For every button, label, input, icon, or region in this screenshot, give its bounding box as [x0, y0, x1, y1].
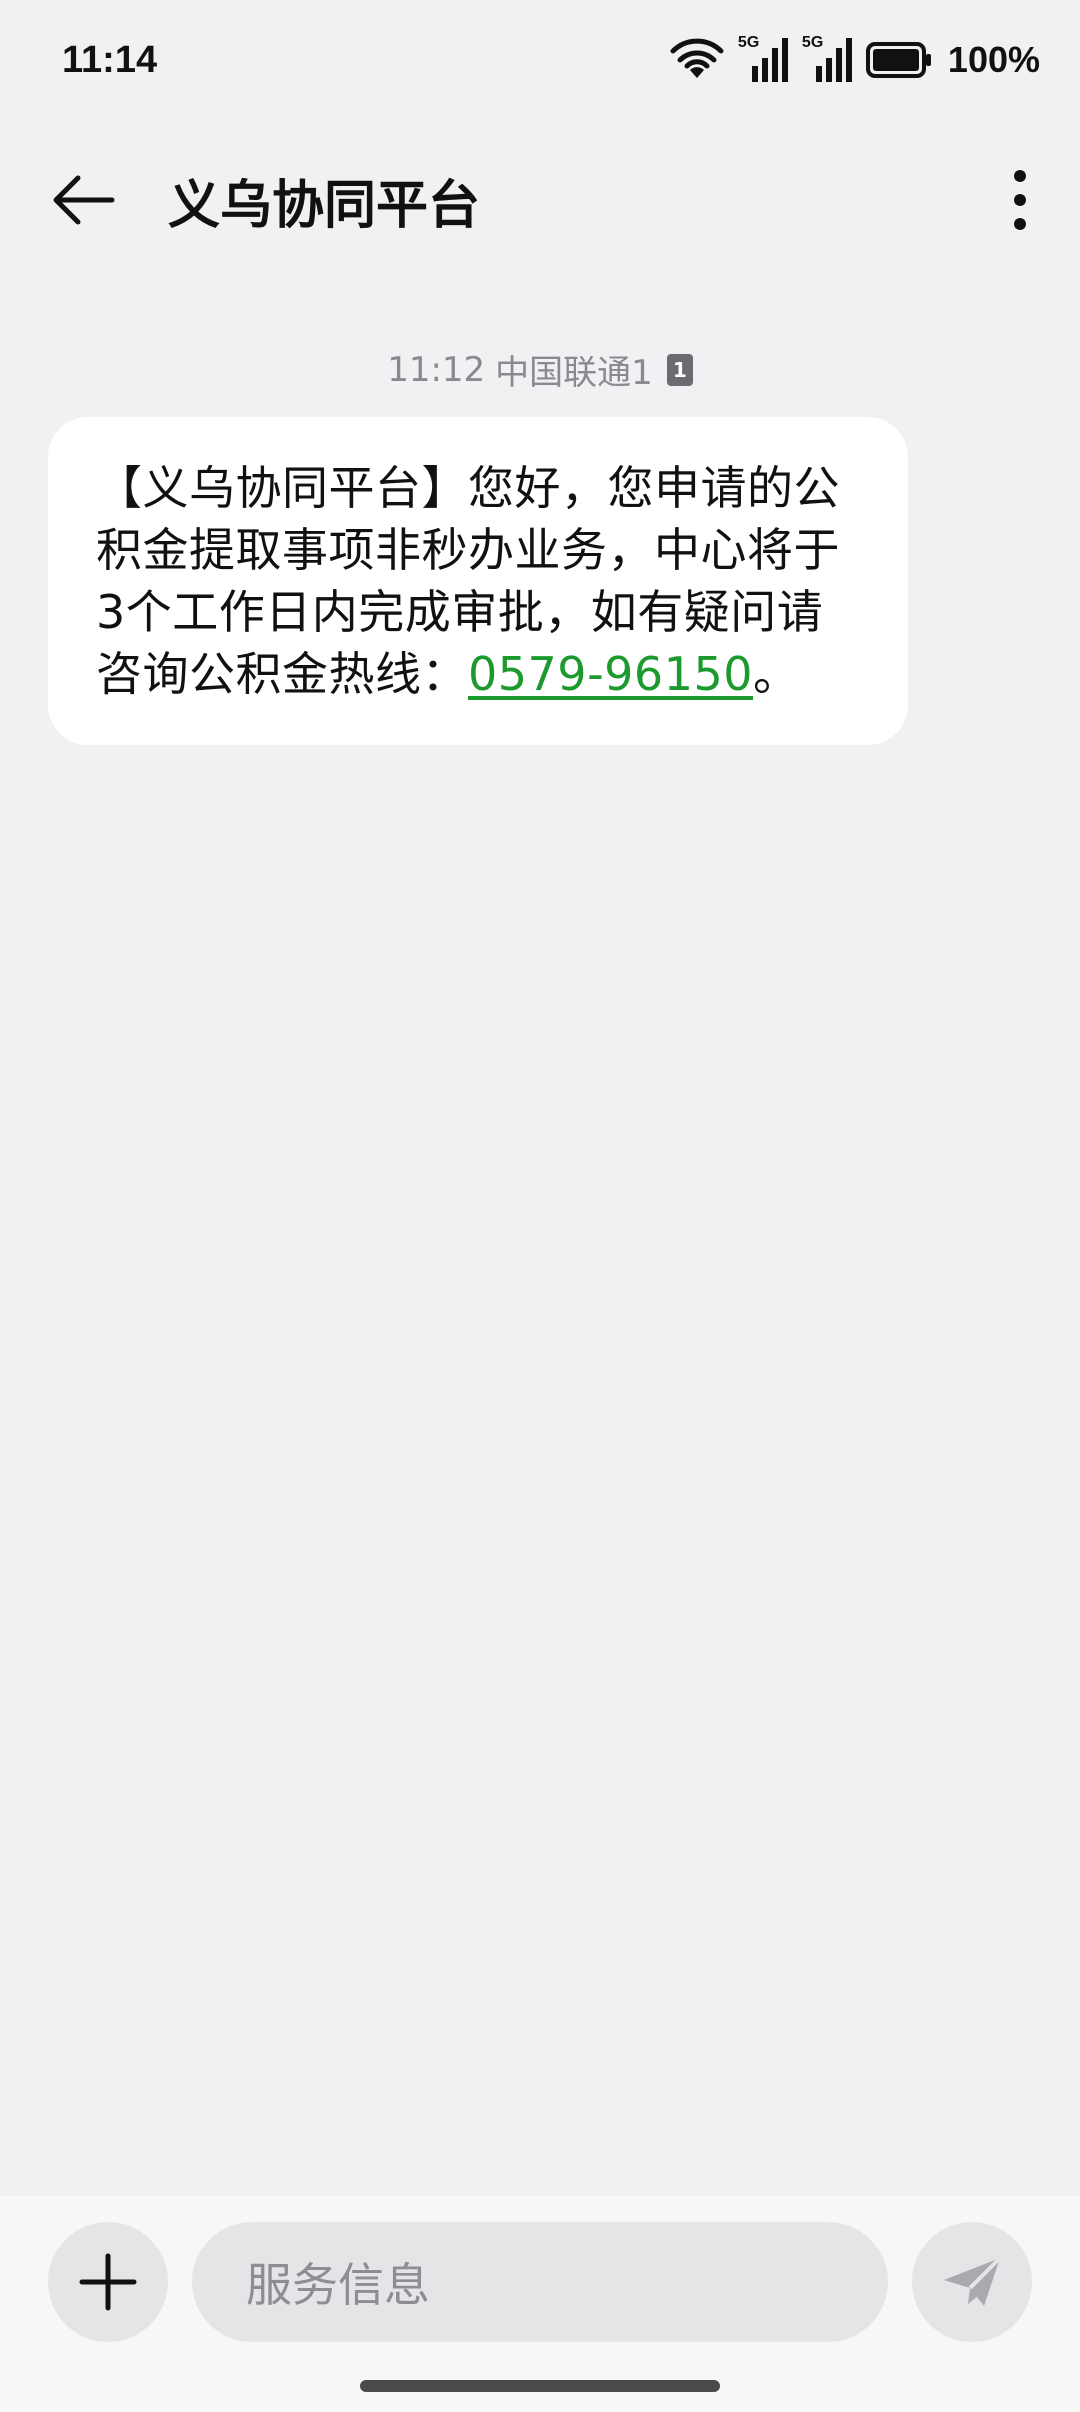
message-time: 11:12: [387, 349, 486, 390]
sim-card-icon: 1: [666, 353, 693, 386]
status-icons: 5G 5G 100%: [670, 34, 1040, 84]
more-options-button[interactable]: [990, 160, 1050, 240]
message-input-placeholder: 服务信息: [246, 2258, 430, 2312]
cellular-signal-1: 5G: [738, 34, 788, 84]
back-button[interactable]: [48, 165, 118, 235]
sms-conversation-screen: 11:14 5G 5G 100% 义乌协同平台 11:12 中国联通1 1 【义…: [0, 0, 1080, 2412]
contact-title: 义乌协同平台: [168, 175, 481, 236]
status-time: 11:14: [62, 38, 158, 81]
add-attachment-button[interactable]: [48, 2222, 168, 2342]
wifi-icon: [670, 38, 724, 78]
cellular-signal-2: 5G: [802, 34, 852, 84]
conversation-header: 义乌协同平台: [0, 120, 1080, 280]
send-icon: [944, 2256, 1002, 2306]
send-button[interactable]: [912, 2222, 1032, 2342]
message-meta: 11:12 中国联通1 1: [0, 345, 1080, 394]
more-vertical-icon: [1014, 170, 1026, 230]
home-indicator[interactable]: [360, 2380, 720, 2392]
message-trailing: 。: [753, 647, 800, 701]
message-bubble[interactable]: 【义乌协同平台】您好，您申请的公积金提取事项非秒办业务，中心将于3个工作日内完成…: [48, 417, 908, 745]
phone-number-link[interactable]: 0579-96150: [468, 647, 753, 701]
message-input[interactable]: 服务信息: [192, 2222, 888, 2342]
status-bar: 11:14 5G 5G 100%: [0, 0, 1080, 120]
signal-bars-icon: [751, 38, 788, 82]
signal-bars-icon: [815, 38, 852, 82]
message-carrier: 中国联通1: [495, 353, 653, 393]
plus-icon: [79, 2253, 137, 2311]
battery-icon: [865, 42, 931, 78]
battery-percent: 100%: [947, 39, 1040, 80]
arrow-left-icon: [53, 175, 115, 225]
